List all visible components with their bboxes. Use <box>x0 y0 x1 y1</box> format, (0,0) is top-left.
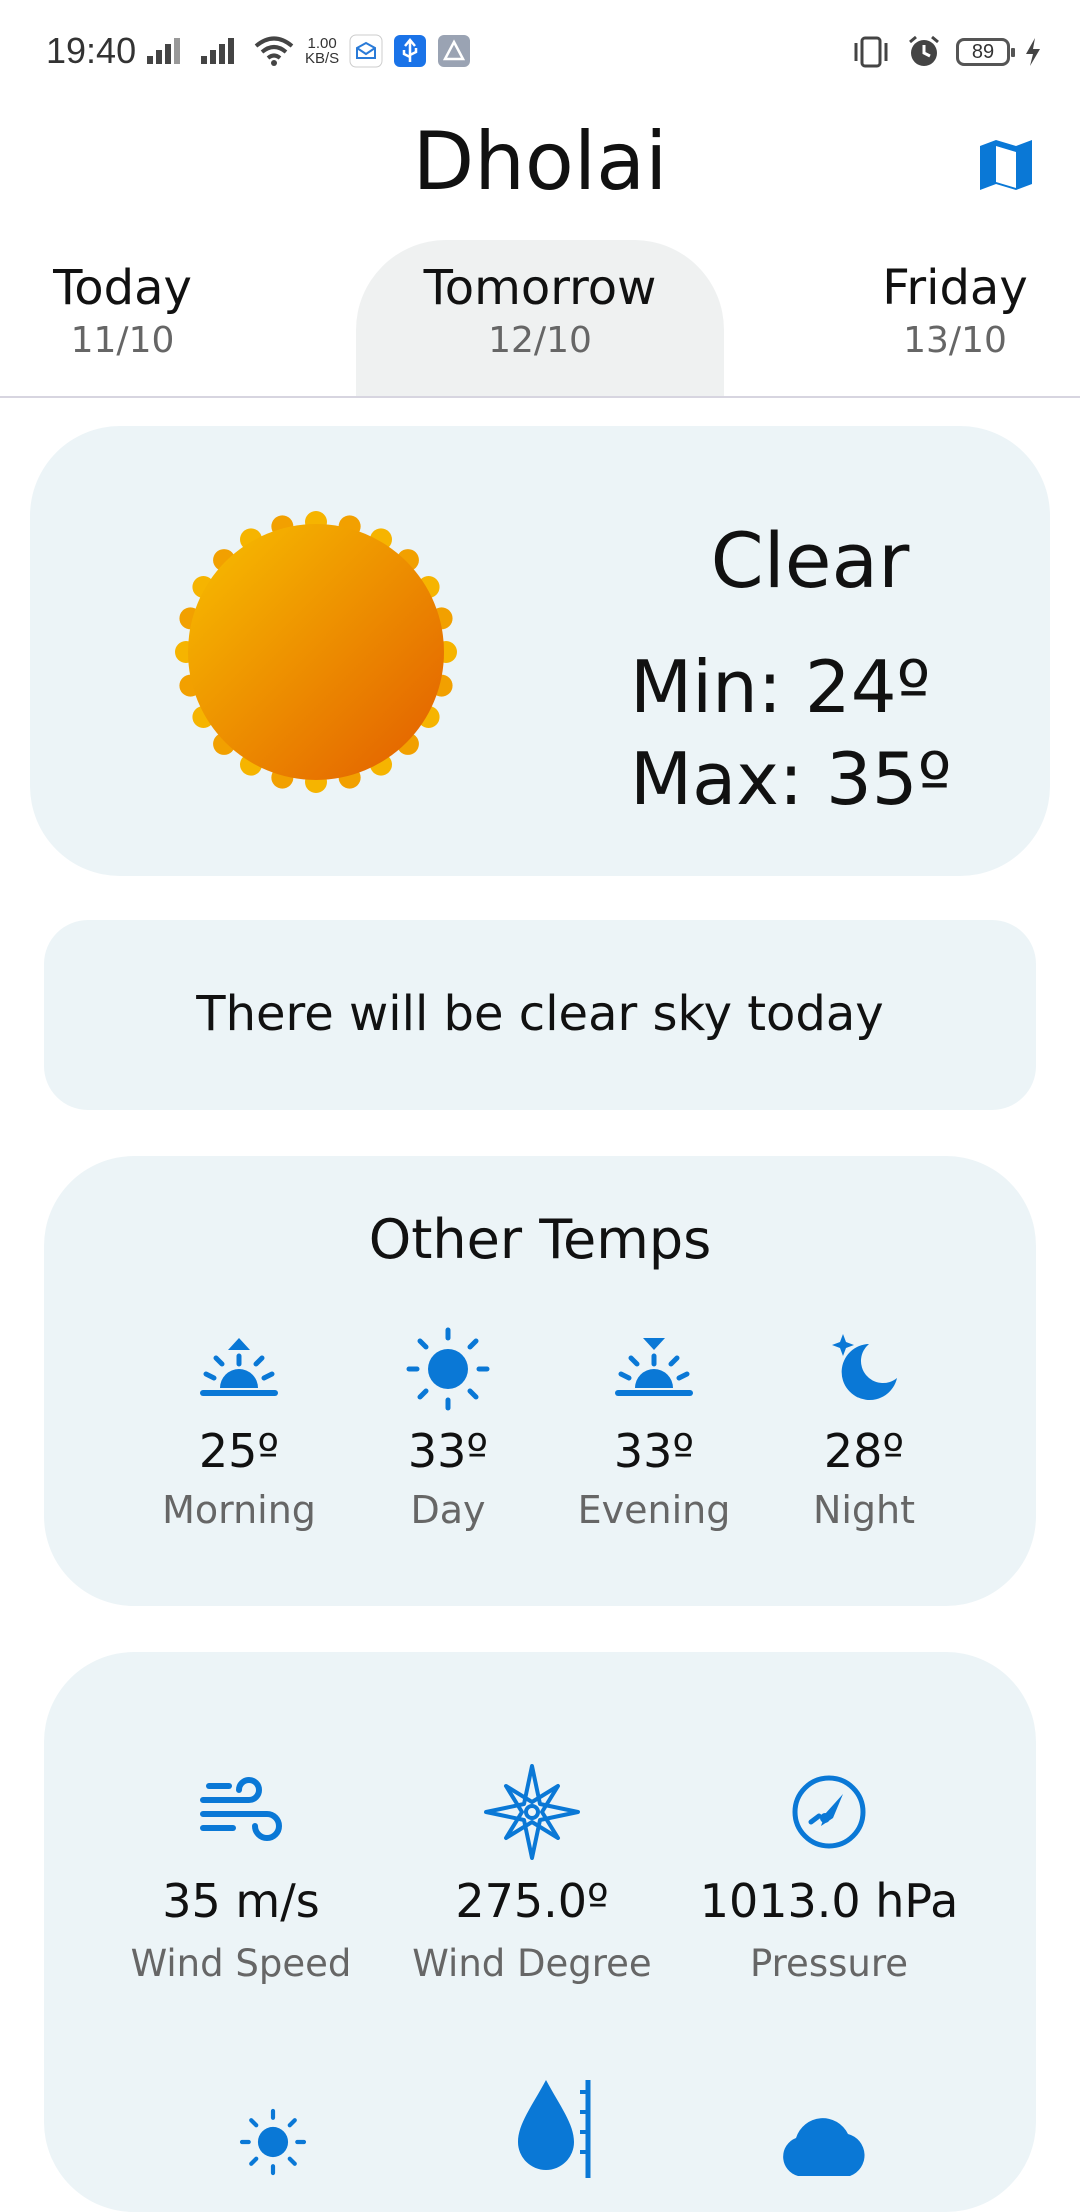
sun-icon <box>148 484 484 820</box>
app-notification-icon <box>438 35 471 67</box>
temp-label: Evening <box>577 1488 731 1532</box>
map-icon <box>980 140 1032 190</box>
map-button[interactable] <box>978 136 1034 192</box>
tab-label: Today <box>53 260 192 316</box>
wind-icon <box>200 1777 282 1841</box>
stats-card: 35 m/s Wind Speed 275.0º Wind Degree 101… <box>44 1652 1036 2212</box>
tab-label: Friday <box>882 260 1028 316</box>
alarm-icon <box>909 35 939 66</box>
tab-tomorrow[interactable]: Tomorrow 12/10 <box>356 240 724 396</box>
wind-speed-stat: 35 m/s Wind Speed <box>96 1764 386 1985</box>
temp-value: 33º <box>613 1424 695 1478</box>
net-speed-unit: KB/S <box>305 50 340 67</box>
day-temp: 33º Day <box>348 1326 548 1532</box>
pressure-stat: 1013.0 hPa Pressure <box>684 1764 974 1985</box>
mail-notification-icon <box>349 34 383 68</box>
other-temps-card: Other Temps 25º Morning 33º Day 33º Even… <box>44 1156 1036 1606</box>
night-temp: 28º Night <box>764 1326 964 1532</box>
condition-text: Clear <box>710 516 910 605</box>
morning-temp: 25º Morning <box>139 1326 339 1532</box>
status-left-icons: 1.00 KB/S <box>145 34 471 68</box>
stat-value: 1013.0 hPa <box>699 1874 959 1928</box>
stat-label: Wind Speed <box>130 1942 352 1985</box>
humidity-icon <box>518 2080 591 2178</box>
tab-label: Tomorrow <box>423 260 657 316</box>
min-max-temps: Min: 24º Max: 35º <box>630 641 952 825</box>
vibrate-icon <box>854 36 888 68</box>
tab-today[interactable]: Today 11/10 <box>20 240 225 361</box>
wind-degree-stat: 275.0º Wind Degree <box>387 1764 677 1985</box>
moon-icon <box>832 1334 897 1400</box>
signal-icon <box>147 38 180 64</box>
tab-friday[interactable]: Friday 13/10 <box>855 240 1055 361</box>
evening-temp: 33º Evening <box>554 1326 754 1532</box>
stat-value: 275.0º <box>455 1874 609 1928</box>
stat-label: Wind Degree <box>412 1942 652 1985</box>
sunrise-icon <box>200 1338 278 1396</box>
description-text: There will be clear sky today <box>196 986 884 1042</box>
max-temp: Max: 35º <box>630 737 952 821</box>
temp-value: 28º <box>823 1424 905 1478</box>
temp-label: Night <box>812 1488 916 1532</box>
cloud-icon <box>783 2118 865 2176</box>
temp-value: 25º <box>198 1424 280 1478</box>
net-speed-value: 1.00 <box>307 35 337 52</box>
usb-notification-icon <box>394 35 427 67</box>
summary-card: Clear Min: 24º Max: 35º <box>30 426 1050 876</box>
stat-label: Pressure <box>750 1942 908 1985</box>
description-card: There will be clear sky today <box>44 920 1036 1110</box>
signal-icon-2 <box>201 38 234 64</box>
sun-icon <box>406 1327 490 1411</box>
tab-date: 12/10 <box>488 320 592 361</box>
temp-value: 33º <box>407 1424 489 1478</box>
temp-label: Morning <box>162 1488 316 1532</box>
status-time: 19:40 <box>46 30 137 71</box>
min-temp: Min: 24º <box>630 645 931 729</box>
status-right-icons: 89 <box>850 34 1042 70</box>
compass-rose-icon <box>484 1764 580 1860</box>
wifi-icon <box>254 36 294 66</box>
day-tabs: Today 11/10 Tomorrow 12/10 Friday 13/10 <box>0 240 1080 398</box>
sun-icon <box>239 2108 307 2176</box>
pressure-gauge-icon <box>792 1775 866 1849</box>
stat-value: 35 m/s <box>162 1874 320 1928</box>
city-title: Dholai <box>412 115 668 208</box>
status-bar: 19:40 1.00 KB/S 89 <box>0 0 1080 110</box>
charging-icon <box>1026 38 1040 66</box>
tab-date: 11/10 <box>70 320 175 361</box>
tab-date: 13/10 <box>903 320 1007 361</box>
sunset-icon <box>615 1338 693 1396</box>
other-temps-title: Other Temps <box>368 1208 712 1271</box>
temp-label: Day <box>410 1488 486 1532</box>
net-speed: 1.00 KB/S <box>305 36 339 66</box>
battery-indicator: 89 <box>956 38 1015 66</box>
